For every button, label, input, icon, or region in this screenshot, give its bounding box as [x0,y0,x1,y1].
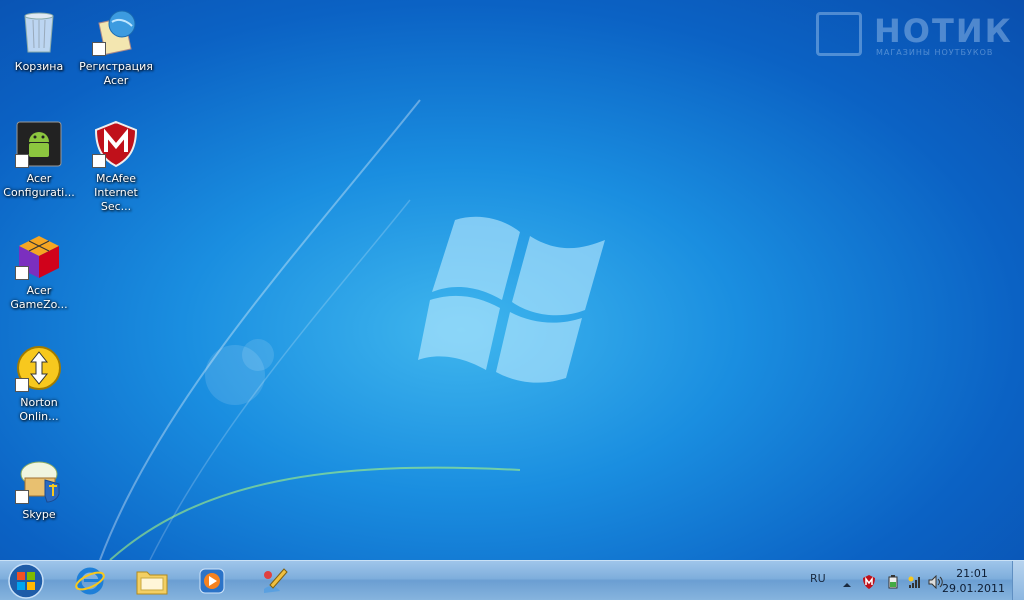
desktop-icon-label: Norton Onlin... [19,396,59,423]
windows-orb-icon [8,563,44,599]
clock[interactable]: 21:01 29.01.2011 [942,566,1005,596]
shortcut-arrow-icon [15,378,29,392]
shortcut-arrow-icon [15,490,29,504]
desktop-icon-norton-online[interactable]: Norton Onlin... [1,344,77,440]
network-signal-icon[interactable] [908,574,922,588]
skype-icon [15,456,63,504]
watermark-logo: НОТИК МАГАЗИНЫ НОУТБУКОВ [816,10,1016,60]
taskbar: RU 21:01 29.01.2011 [0,560,1024,600]
desktop-icon-label: McAfee Internet Sec... [94,172,138,213]
taskbar-acer-tool[interactable] [250,564,298,598]
watermark-box-icon [816,12,862,56]
watermark-subtitle: МАГАЗИНЫ НОУТБУКОВ [876,48,994,57]
taskbar-media-player[interactable] [188,564,236,598]
desktop-icon-label: Acer Configurati... [3,172,75,199]
folder-icon [136,571,168,595]
gamezone-cube-icon [15,232,63,280]
desktop-icon-acer-configuration[interactable]: Acer Configurati... [1,120,77,216]
shortcut-arrow-icon [15,154,29,168]
language-indicator[interactable]: RU [810,572,826,585]
show-desktop-button[interactable] [1012,561,1024,600]
desktop-icon-acer-gamezone[interactable]: Acer GameZo... [1,232,77,328]
taskbar-windows-explorer[interactable] [128,564,176,598]
desktop-icon-mcafee[interactable]: McAfee Internet Sec... [78,120,154,216]
watermark-title: НОТИК [874,12,1013,50]
desktop-icon-label: Acer GameZo... [10,284,68,311]
internet-explorer-icon [75,567,105,595]
desktop-icon-skype[interactable]: Skype [1,456,77,552]
show-hidden-icons-chevron-icon[interactable] [842,575,856,589]
shortcut-arrow-icon [15,266,29,280]
paint-tool-icon [264,568,288,593]
shortcut-arrow-icon [92,42,106,56]
desktop-icon-label: Skype [22,508,56,521]
clock-time: 21:01 [956,567,988,580]
volume-speaker-icon[interactable] [928,574,943,590]
battery-icon[interactable] [886,574,900,589]
taskbar-internet-explorer[interactable] [66,564,114,598]
desktop-icon-label: Регистрация Acer [79,60,153,87]
mcafee-tray-icon[interactable] [862,574,876,589]
norton-backup-icon [15,344,63,392]
shortcut-arrow-icon [92,154,106,168]
desktop-icon-recycle-bin[interactable]: Корзина [1,8,77,104]
system-tray: RU 21:01 29.01.2011 [774,561,1024,600]
desktop-icon-label: Корзина [14,60,64,73]
mcafee-shield-icon [92,120,140,168]
recycle-bin-icon [15,8,63,56]
start-button[interactable] [6,562,46,600]
media-player-icon [199,568,225,594]
desktop-icon-acer-registration[interactable]: Регистрация Acer [78,8,154,104]
clock-date: 29.01.2011 [942,582,1005,595]
android-config-icon [15,120,63,168]
registration-globe-icon [92,8,140,56]
